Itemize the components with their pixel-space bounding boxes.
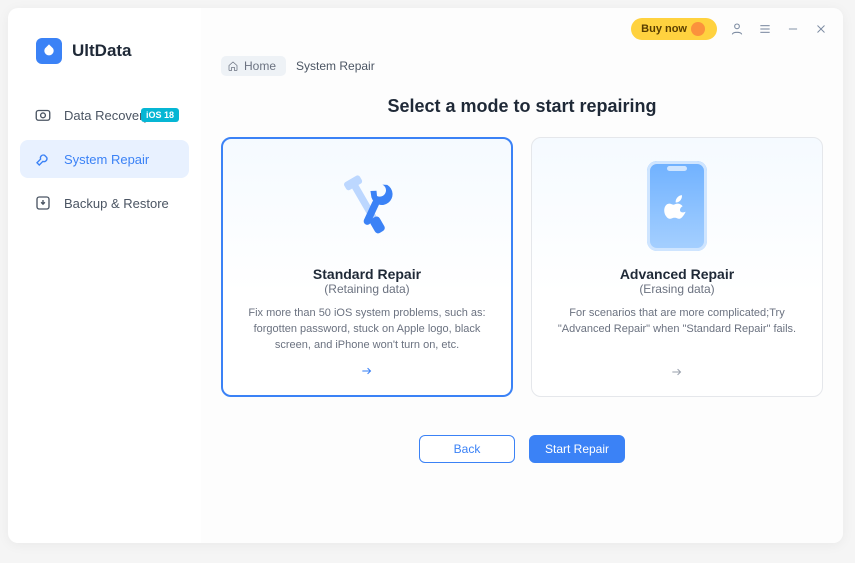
arrow-right-icon <box>358 354 376 383</box>
card-description: Fix more than 50 iOS system problems, su… <box>241 306 493 354</box>
card-advanced-repair[interactable]: Advanced Repair (Erasing data) For scena… <box>531 137 823 397</box>
close-icon[interactable] <box>813 21 829 37</box>
brand: UltData <box>8 26 201 88</box>
minimize-icon[interactable] <box>785 21 801 37</box>
breadcrumb-home-label: Home <box>244 59 276 73</box>
phone-illustration-icon <box>647 156 707 256</box>
tools-illustration-icon <box>322 157 412 256</box>
sidebar-item-backup-restore[interactable]: Backup & Restore <box>20 184 189 222</box>
spark-icon <box>691 22 705 36</box>
ios-badge: iOS 18 <box>141 108 179 122</box>
buy-now-label: Buy now <box>641 23 687 35</box>
card-subtitle: (Retaining data) <box>324 282 409 296</box>
sidebar: UltData Data Recovery iOS 18 System Repa… <box>8 8 201 543</box>
arrow-right-icon <box>668 355 686 384</box>
card-subtitle: (Erasing data) <box>639 282 714 296</box>
card-description: For scenarios that are more complicated;… <box>550 306 804 338</box>
card-title: Standard Repair <box>313 266 421 282</box>
sidebar-item-label: Backup & Restore <box>64 196 169 211</box>
camera-icon <box>34 106 52 124</box>
card-standard-repair[interactable]: Standard Repair (Retaining data) Fix mor… <box>221 137 513 397</box>
back-button[interactable]: Back <box>419 435 515 463</box>
breadcrumb-current: System Repair <box>296 59 375 73</box>
sidebar-item-label: System Repair <box>64 152 149 167</box>
start-repair-button[interactable]: Start Repair <box>529 435 625 463</box>
mode-cards: Standard Repair (Retaining data) Fix mor… <box>221 137 823 397</box>
app-window: UltData Data Recovery iOS 18 System Repa… <box>8 8 843 543</box>
footer-buttons: Back Start Repair <box>221 435 823 463</box>
brand-logo-icon <box>36 38 62 64</box>
card-title: Advanced Repair <box>620 266 734 282</box>
sidebar-item-label: Data Recovery <box>64 108 150 123</box>
main-content: Buy now Home System Repair Select <box>201 8 843 543</box>
breadcrumb-home[interactable]: Home <box>221 56 286 76</box>
brand-name: UltData <box>72 41 132 61</box>
menu-icon[interactable] <box>757 21 773 37</box>
wrench-icon <box>34 150 52 168</box>
sidebar-item-data-recovery[interactable]: Data Recovery iOS 18 <box>20 96 189 134</box>
sidebar-nav: Data Recovery iOS 18 System Repair Backu… <box>8 88 201 228</box>
user-icon[interactable] <box>729 21 745 37</box>
titlebar: Buy now <box>631 18 829 40</box>
sidebar-item-system-repair[interactable]: System Repair <box>20 140 189 178</box>
page-title: Select a mode to start repairing <box>221 82 823 137</box>
backup-icon <box>34 194 52 212</box>
buy-now-button[interactable]: Buy now <box>631 18 717 40</box>
